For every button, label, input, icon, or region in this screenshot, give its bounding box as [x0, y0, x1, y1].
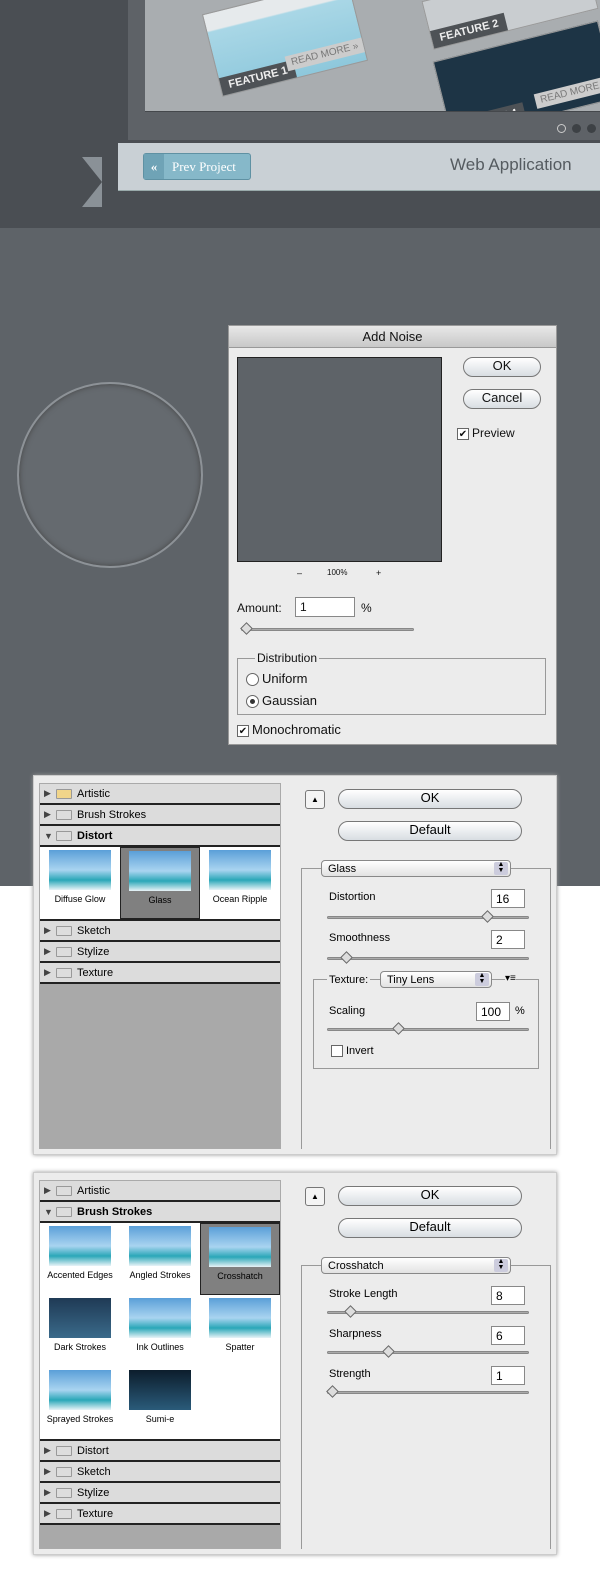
category-stylize[interactable]: ▶ Stylize — [40, 1483, 280, 1504]
distortion-slider[interactable] — [327, 910, 529, 923]
slide-dot[interactable] — [557, 124, 566, 133]
ribbon-tail — [82, 157, 102, 207]
folder-icon — [56, 1487, 72, 1498]
texture-select[interactable]: Tiny Lens ▲ ▼ — [380, 971, 492, 988]
folder-icon — [56, 1445, 72, 1456]
category-brush-strokes[interactable]: ▶ Brush Strokes — [40, 805, 280, 826]
collapse-toggle-icon[interactable]: ▲ — [305, 1187, 325, 1206]
slide-dot[interactable] — [587, 124, 596, 133]
folder-icon — [56, 788, 72, 799]
texture-menu-icon[interactable]: ▾≡ — [505, 973, 516, 984]
filter-spatter[interactable]: Spatter — [200, 1295, 280, 1367]
slider-thumb[interactable] — [240, 622, 253, 635]
category-sketch[interactable]: ▶ Sketch — [40, 921, 280, 942]
checkmark-icon: ✔ — [457, 427, 469, 440]
zoom-out-button[interactable]: – — [297, 568, 302, 578]
updown-arrows-icon: ▲ ▼ — [494, 1258, 508, 1272]
folder-icon — [56, 1466, 72, 1477]
ok-button[interactable]: OK — [463, 357, 541, 377]
uniform-radio[interactable]: Uniform — [246, 671, 308, 687]
category-stylize[interactable]: ▶ Stylize — [40, 942, 280, 963]
folder-icon — [56, 809, 72, 820]
sharpness-slider[interactable] — [327, 1345, 529, 1358]
scaling-input[interactable]: 100 — [476, 1002, 510, 1021]
dialog-title: Add Noise — [229, 326, 556, 348]
distortion-input[interactable]: 16 — [491, 889, 525, 908]
filter-category-list[interactable]: ▶ Artistic ▼ Brush Strokes Accented Edges … — [39, 1180, 281, 1549]
gallery-slide[interactable]: FEATURE 1 READ MORE » FEATURE 2 FEATURE … — [145, 0, 600, 112]
prev-project-button[interactable]: «Prev Project — [143, 153, 251, 180]
preview-area[interactable] — [237, 357, 442, 562]
filter-glass[interactable]: Glass — [120, 847, 200, 919]
add-noise-dialog: Add Noise – 100% + OK Cancel ✔ Preview Am… — [228, 325, 557, 745]
default-button[interactable]: Default — [338, 1218, 522, 1238]
stroke-length-input[interactable]: 8 — [491, 1286, 525, 1305]
folder-icon — [56, 1508, 72, 1519]
strength-input[interactable]: 1 — [491, 1366, 525, 1385]
monochromatic-checkbox[interactable]: ✔ Monochromatic — [237, 722, 341, 737]
collapse-toggle-icon[interactable]: ▲ — [305, 790, 325, 809]
filter-angled-strokes[interactable]: Angled Strokes — [120, 1223, 200, 1295]
category-distort[interactable]: ▼ Distort — [40, 826, 280, 847]
stroke-length-slider[interactable] — [327, 1305, 529, 1318]
filter-sumi-e[interactable]: Sumi-e — [120, 1367, 200, 1439]
filter-dark-strokes[interactable]: Dark Strokes — [40, 1295, 120, 1367]
zoom-in-button[interactable]: + — [376, 568, 381, 578]
filter-sprayed-strokes[interactable]: Sprayed Strokes — [40, 1367, 120, 1439]
distribution-group: Distribution Uniform Gaussian — [237, 651, 546, 715]
ok-button[interactable]: OK — [338, 1186, 522, 1206]
filter-ocean-ripple[interactable]: Ocean Ripple — [200, 847, 280, 919]
feature-card-1[interactable]: FEATURE 1 READ MORE » — [201, 0, 369, 97]
amount-label: Amount: — [237, 601, 282, 615]
double-chevron-left-icon: « — [144, 154, 164, 179]
project-title: Web Application — [450, 155, 572, 174]
filter-ink-outlines[interactable]: Ink Outlines — [120, 1295, 200, 1367]
category-sketch[interactable]: ▶ Sketch — [40, 1462, 280, 1483]
filter-gallery-glass: ▶ Artistic ▶ Brush Strokes ▼ Distort Diffus… — [33, 775, 557, 1155]
scaling-slider[interactable] — [327, 1022, 529, 1035]
smoothness-slider[interactable] — [327, 951, 529, 964]
category-distort[interactable]: ▶ Distort — [40, 1441, 280, 1462]
amount-slider[interactable] — [240, 622, 414, 635]
textured-circle — [17, 382, 203, 568]
folder-icon — [56, 967, 72, 978]
strength-slider[interactable] — [326, 1385, 529, 1398]
category-artistic[interactable]: ▶ Artistic — [40, 1181, 280, 1202]
category-texture[interactable]: ▶ Texture — [40, 1504, 280, 1525]
filter-accented-edges[interactable]: Accented Edges — [40, 1223, 120, 1295]
amount-input[interactable]: 1 — [295, 597, 355, 617]
folder-icon — [56, 1185, 72, 1196]
zoom-level: 100% — [327, 568, 348, 577]
smoothness-input[interactable]: 2 — [491, 930, 525, 949]
default-button[interactable]: Default — [338, 821, 522, 841]
category-artistic[interactable]: ▶ Artistic — [40, 784, 280, 805]
invert-checkbox[interactable]: Invert — [331, 1045, 374, 1058]
slide-dot-active[interactable] — [572, 124, 581, 133]
filter-crosshatch[interactable]: Crosshatch — [200, 1223, 280, 1295]
updown-arrows-icon: ▲ ▼ — [494, 861, 508, 875]
preview-checkbox[interactable]: ✔ Preview — [457, 426, 515, 440]
category-texture[interactable]: ▶ Texture — [40, 963, 280, 984]
filter-select[interactable]: Glass ▲ ▼ — [321, 860, 511, 877]
folder-icon — [56, 946, 72, 957]
filter-settings-group — [301, 1265, 551, 1549]
gaussian-radio[interactable]: Gaussian — [246, 693, 317, 709]
sharpness-input[interactable]: 6 — [491, 1326, 525, 1345]
cancel-button[interactable]: Cancel — [463, 389, 541, 409]
category-brush-strokes[interactable]: ▼ Brush Strokes — [40, 1202, 280, 1223]
folder-icon — [56, 925, 72, 936]
updown-arrows-icon: ▲ ▼ — [475, 972, 489, 986]
folder-open-icon — [56, 830, 72, 841]
filter-diffuse-glow[interactable]: Diffuse Glow — [40, 847, 120, 919]
filter-category-list[interactable]: ▶ Artistic ▶ Brush Strokes ▼ Distort Diffus… — [39, 783, 281, 1149]
filter-gallery-crosshatch: ▶ Artistic ▼ Brush Strokes Accented Edges … — [33, 1172, 557, 1555]
filter-select[interactable]: Crosshatch ▲ ▼ — [321, 1257, 511, 1274]
folder-open-icon — [56, 1206, 72, 1217]
checkmark-icon: ✔ — [237, 724, 249, 737]
ok-button[interactable]: OK — [338, 789, 522, 809]
